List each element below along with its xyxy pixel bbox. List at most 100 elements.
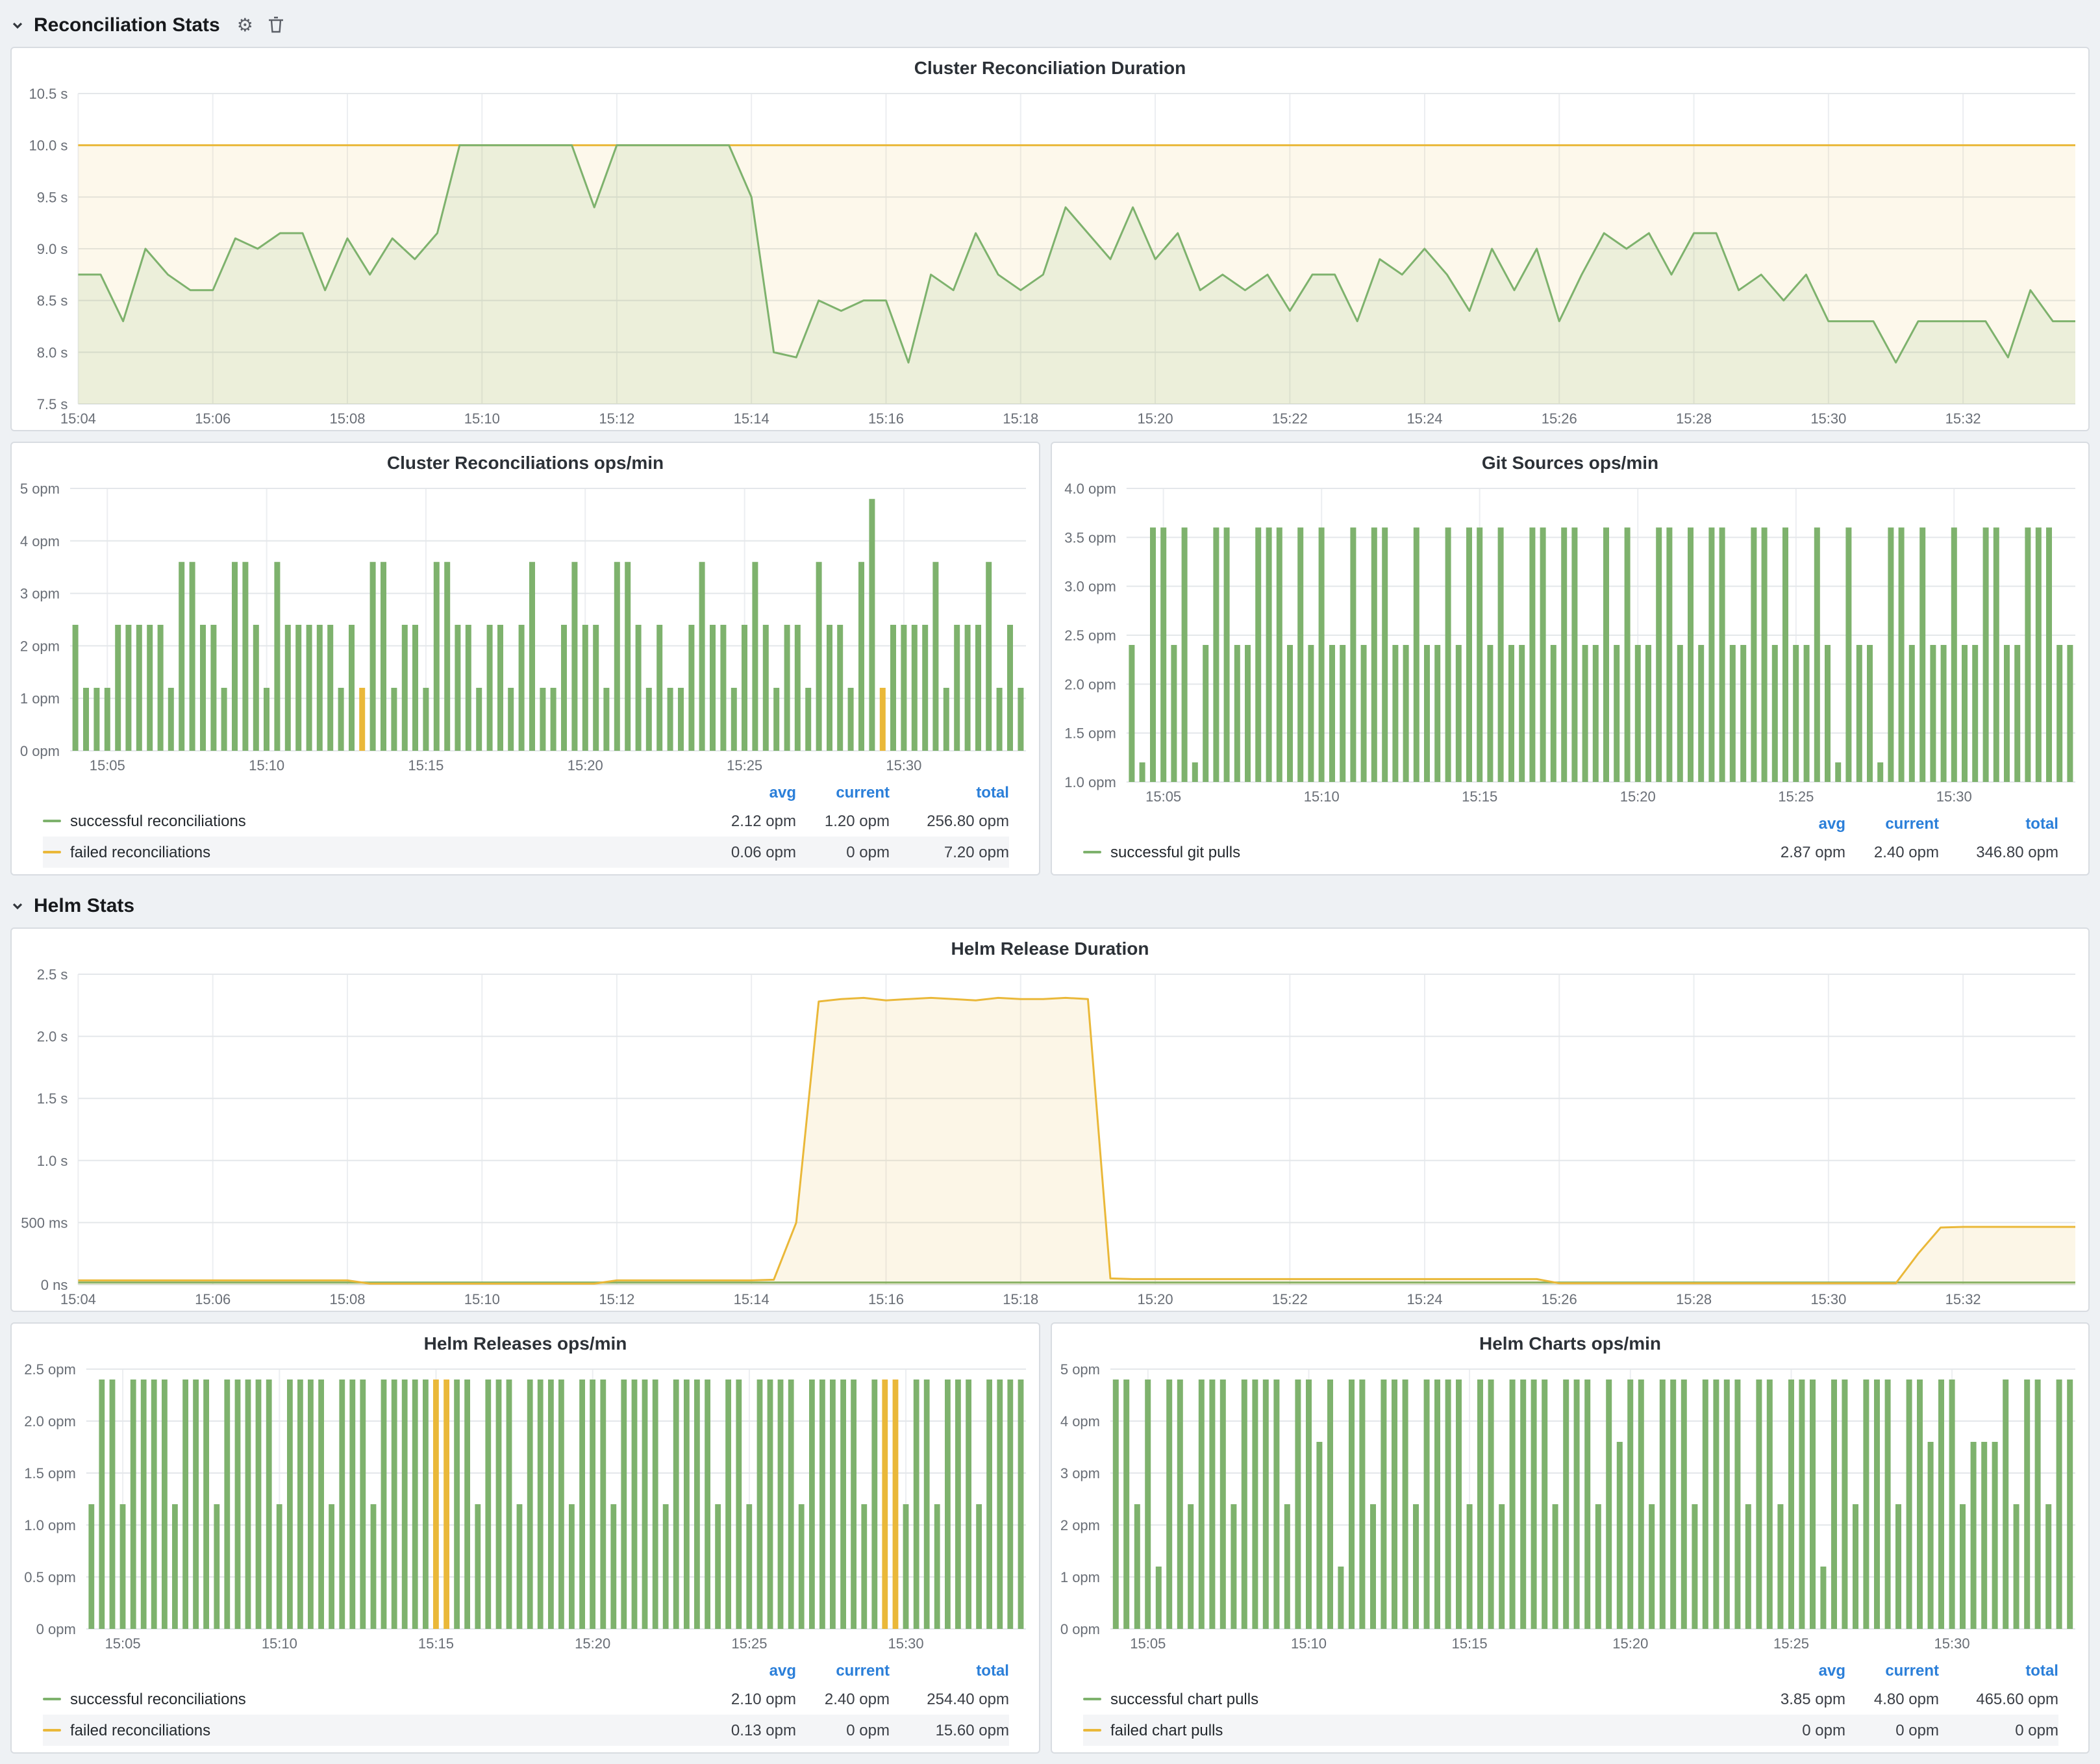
gear-icon[interactable]: ⚙: [237, 16, 253, 34]
svg-text:0 opm: 0 opm: [1060, 1621, 1100, 1637]
series-color-marker: [43, 820, 61, 822]
svg-text:15:26: 15:26: [1542, 410, 1577, 427]
svg-text:1.0 s: 1.0 s: [37, 1153, 68, 1169]
svg-text:15:20: 15:20: [1138, 1291, 1173, 1307]
svg-text:15:05: 15:05: [105, 1635, 141, 1652]
svg-text:15:30: 15:30: [886, 757, 921, 774]
chevron-down-icon[interactable]: [10, 898, 25, 913]
legend-value: 0.13 opm: [666, 1721, 796, 1739]
svg-text:15:05: 15:05: [1145, 788, 1181, 805]
legend-value: 2.87 opm: [1716, 843, 1845, 861]
svg-text:15:30: 15:30: [1810, 1291, 1846, 1307]
chart-git-sources-opm[interactable]: 15:0515:1015:1515:2015:2515:301.0 opm1.5…: [1052, 475, 2088, 808]
chart-helm-charts-opm[interactable]: 15:0515:1015:1515:2015:2515:300 opm1 opm…: [1052, 1356, 2088, 1655]
svg-text:15:22: 15:22: [1272, 410, 1308, 427]
legend-col-avg[interactable]: avg: [666, 783, 796, 801]
svg-text:15:20: 15:20: [1138, 410, 1173, 427]
panel-helm-release-duration: Helm Release Duration 15:0415:0615:0815:…: [10, 927, 2090, 1312]
svg-text:1.5 opm: 1.5 opm: [1064, 725, 1116, 742]
series-label[interactable]: successful reconciliations: [43, 1690, 666, 1708]
panel-row-reconciliation: Cluster Reconciliations ops/min 15:0515:…: [10, 442, 2090, 876]
svg-text:15:22: 15:22: [1272, 1291, 1308, 1307]
legend-col-total[interactable]: total: [890, 1661, 1009, 1680]
panel-title[interactable]: Cluster Reconciliation Duration: [12, 48, 2088, 81]
svg-text:1 opm: 1 opm: [20, 690, 60, 707]
svg-text:15:15: 15:15: [418, 1635, 454, 1652]
legend-col-total[interactable]: total: [890, 783, 1009, 801]
legend-col-current[interactable]: current: [1845, 1661, 1939, 1680]
svg-text:15:25: 15:25: [1773, 1635, 1809, 1652]
panel-title[interactable]: Cluster Reconciliations ops/min: [12, 443, 1039, 475]
legend-value: 0 opm: [1716, 1721, 1845, 1739]
legend-value: 254.40 opm: [890, 1690, 1009, 1708]
trash-icon[interactable]: [268, 16, 284, 34]
legend-row: successful chart pulls3.85 opm4.80 opm46…: [1083, 1683, 2058, 1715]
legend-git-sources: avgcurrenttotal successful git pulls2.87 …: [1052, 808, 2088, 874]
svg-text:1 opm: 1 opm: [1060, 1569, 1100, 1585]
series-color-marker: [43, 1729, 61, 1732]
svg-text:3.5 opm: 3.5 opm: [1064, 529, 1116, 546]
series-label[interactable]: successful chart pulls: [1083, 1690, 1716, 1708]
legend-row: failed reconciliations0.06 opm0 opm7.20 …: [43, 837, 1009, 868]
legend-col-total[interactable]: total: [1939, 814, 2058, 833]
legend-col-total[interactable]: total: [1939, 1661, 2058, 1680]
svg-text:15:20: 15:20: [1612, 1635, 1648, 1652]
legend-value: 0 opm: [796, 1721, 890, 1739]
svg-text:15:04: 15:04: [60, 410, 96, 427]
series-label[interactable]: successful git pulls: [1083, 843, 1716, 861]
panel-helm-releases-opm: Helm Releases ops/min 15:0515:1015:1515:…: [10, 1322, 1040, 1754]
legend-row: failed reconciliations0.13 opm0 opm15.60…: [43, 1715, 1009, 1746]
chart-helm-releases-opm[interactable]: 15:0515:1015:1515:2015:2515:300 opm0.5 o…: [12, 1356, 1039, 1655]
series-label[interactable]: failed reconciliations: [43, 843, 666, 861]
series-color-marker: [1083, 1729, 1101, 1732]
svg-text:1.5 s: 1.5 s: [37, 1090, 68, 1107]
legend-value: 0 opm: [1845, 1721, 1939, 1739]
chevron-down-icon[interactable]: [10, 18, 25, 32]
svg-text:15:10: 15:10: [464, 410, 500, 427]
panel-title[interactable]: Helm Release Duration: [12, 929, 2088, 961]
legend-value: 2.40 opm: [1845, 843, 1939, 861]
svg-text:15:24: 15:24: [1406, 1291, 1442, 1307]
series-label[interactable]: failed reconciliations: [43, 1721, 666, 1739]
series-label[interactable]: successful reconciliations: [43, 812, 666, 830]
legend-col-current[interactable]: current: [1845, 814, 1939, 833]
section-reconciliation-stats[interactable]: Reconciliation Stats ⚙: [10, 8, 2090, 42]
chart-helm-release-duration[interactable]: 15:0415:0615:0815:1015:1215:1415:1615:18…: [12, 961, 2088, 1311]
legend-value: 0.06 opm: [666, 843, 796, 861]
svg-text:15:16: 15:16: [868, 1291, 904, 1307]
legend-value: 7.20 opm: [890, 843, 1009, 861]
legend-col-avg[interactable]: avg: [1716, 814, 1845, 833]
chart-cluster-reconciliation-duration[interactable]: 15:0415:0615:0815:1015:1215:1415:1615:18…: [12, 81, 2088, 430]
panel-title[interactable]: Helm Releases ops/min: [12, 1324, 1039, 1356]
panel-helm-charts-opm: Helm Charts ops/min 15:0515:1015:1515:20…: [1051, 1322, 2090, 1754]
panel-title[interactable]: Helm Charts ops/min: [1052, 1324, 2088, 1356]
legend-header: avgcurrenttotal: [1083, 811, 2058, 837]
svg-text:2.5 opm: 2.5 opm: [24, 1361, 76, 1378]
section-helm-stats[interactable]: Helm Stats: [10, 888, 2090, 922]
svg-text:15:04: 15:04: [60, 1291, 96, 1307]
legend-value: 15.60 opm: [890, 1721, 1009, 1739]
svg-text:15:08: 15:08: [329, 410, 365, 427]
legend-col-avg[interactable]: avg: [666, 1661, 796, 1680]
svg-text:1.5 opm: 1.5 opm: [24, 1465, 76, 1481]
legend-value: 4.80 opm: [1845, 1690, 1939, 1708]
legend-col-current[interactable]: current: [796, 1661, 890, 1680]
section-title[interactable]: Helm Stats: [34, 894, 134, 916]
svg-text:2.0 opm: 2.0 opm: [1064, 676, 1116, 692]
chart-cluster-reconciliations-opm[interactable]: 15:0515:1015:1515:2015:2515:300 opm1 opm…: [12, 475, 1039, 777]
svg-text:15:28: 15:28: [1676, 410, 1712, 427]
panel-title[interactable]: Git Sources ops/min: [1052, 443, 2088, 475]
svg-text:10.5 s: 10.5 s: [29, 86, 68, 102]
series-label[interactable]: failed chart pulls: [1083, 1721, 1716, 1739]
legend-col-current[interactable]: current: [796, 783, 890, 801]
legend-header: avgcurrenttotal: [1083, 1657, 2058, 1683]
legend-col-avg[interactable]: avg: [1716, 1661, 1845, 1680]
svg-text:15:10: 15:10: [249, 757, 284, 774]
panel-row-helm: Helm Releases ops/min 15:0515:1015:1515:…: [10, 1322, 2090, 1754]
svg-text:1.0 opm: 1.0 opm: [1064, 774, 1116, 790]
svg-text:15:30: 15:30: [1934, 1635, 1970, 1652]
svg-text:15:06: 15:06: [195, 1291, 231, 1307]
section-title[interactable]: Reconciliation Stats: [34, 14, 220, 36]
svg-text:15:12: 15:12: [599, 410, 634, 427]
svg-text:15:20: 15:20: [1620, 788, 1656, 805]
